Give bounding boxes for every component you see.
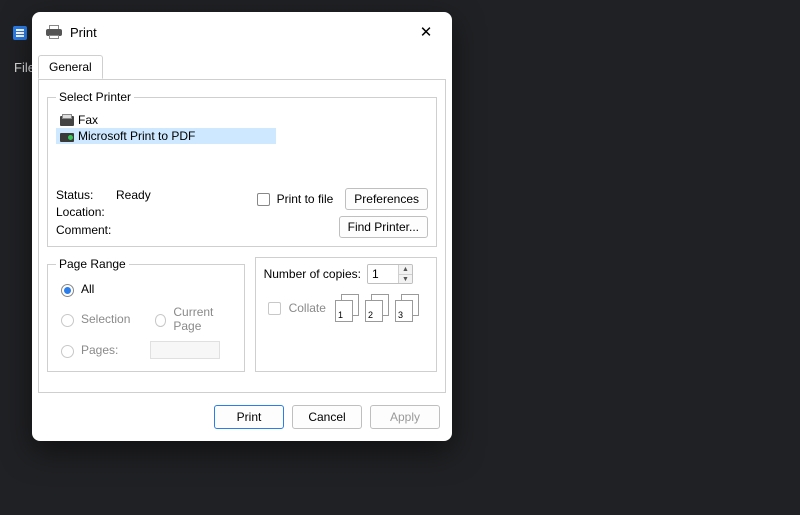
page-range-all-label: All [81, 282, 94, 296]
page-range-pages-radio [61, 345, 74, 358]
printer-info: Status: Ready Location: Comment: [56, 188, 253, 238]
close-button[interactable]: ✕ [412, 18, 440, 46]
page-range-pages-label: Pages: [81, 343, 118, 357]
apply-button: Apply [370, 405, 440, 429]
collate-checkbox [268, 302, 281, 315]
collate-label: Collate [289, 301, 326, 315]
printer-pdf-icon [60, 130, 74, 142]
dialog-footer: Print Cancel Apply [32, 401, 452, 431]
printer-item-label: Microsoft Print to PDF [78, 129, 195, 143]
print-dialog: Print ✕ General Select Printer Fax Micro… [32, 12, 452, 441]
location-value [116, 205, 253, 220]
collate-illustration: 1 1 2 2 3 3 [335, 294, 421, 322]
select-printer-legend: Select Printer [56, 90, 134, 104]
page-range-legend: Page Range [56, 257, 129, 271]
page-range-current-radio [155, 314, 167, 327]
page-range-all-radio[interactable] [61, 284, 74, 297]
printer-icon [46, 25, 62, 39]
cancel-button[interactable]: Cancel [292, 405, 362, 429]
status-label: Status: [56, 188, 116, 203]
page-range-current-label: Current Page [173, 305, 235, 333]
printer-item-pdf[interactable]: Microsoft Print to PDF [56, 128, 276, 144]
general-panel: Select Printer Fax Microsoft Print to PD… [38, 79, 446, 393]
dialog-title: Print [70, 25, 97, 40]
location-label: Location: [56, 205, 116, 220]
copies-down-button[interactable]: ▼ [399, 275, 412, 284]
comment-label: Comment: [56, 223, 116, 238]
fax-icon [60, 114, 74, 126]
copies-label: Number of copies: [264, 267, 361, 281]
copies-group: Number of copies: ▲ ▼ Collate 1 [255, 257, 437, 372]
copies-up-button[interactable]: ▲ [399, 265, 412, 275]
copies-spinner[interactable]: ▲ ▼ [367, 264, 413, 284]
print-button[interactable]: Print [214, 405, 284, 429]
page-range-selection-radio [61, 314, 74, 327]
find-printer-button[interactable]: Find Printer... [339, 216, 428, 238]
print-to-file-checkbox[interactable] [257, 193, 270, 206]
printer-item-fax[interactable]: Fax [56, 112, 428, 128]
page-range-pages-input [150, 341, 220, 359]
printer-item-label: Fax [78, 113, 98, 127]
select-printer-group: Select Printer Fax Microsoft Print to PD… [47, 90, 437, 247]
page-range-group: Page Range All Selection Current Page [47, 257, 245, 372]
status-value: Ready [116, 188, 253, 203]
page-range-selection-label: Selection [81, 312, 130, 326]
comment-value [116, 223, 253, 238]
printer-list: Fax Microsoft Print to PDF [56, 110, 428, 182]
preferences-button[interactable]: Preferences [345, 188, 428, 210]
tab-general[interactable]: General [38, 55, 103, 79]
print-to-file-label: Print to file [277, 192, 334, 206]
titlebar: Print ✕ [32, 12, 452, 54]
app-icon [13, 26, 27, 40]
copies-input[interactable] [368, 265, 398, 283]
tab-strip: General [32, 54, 452, 79]
